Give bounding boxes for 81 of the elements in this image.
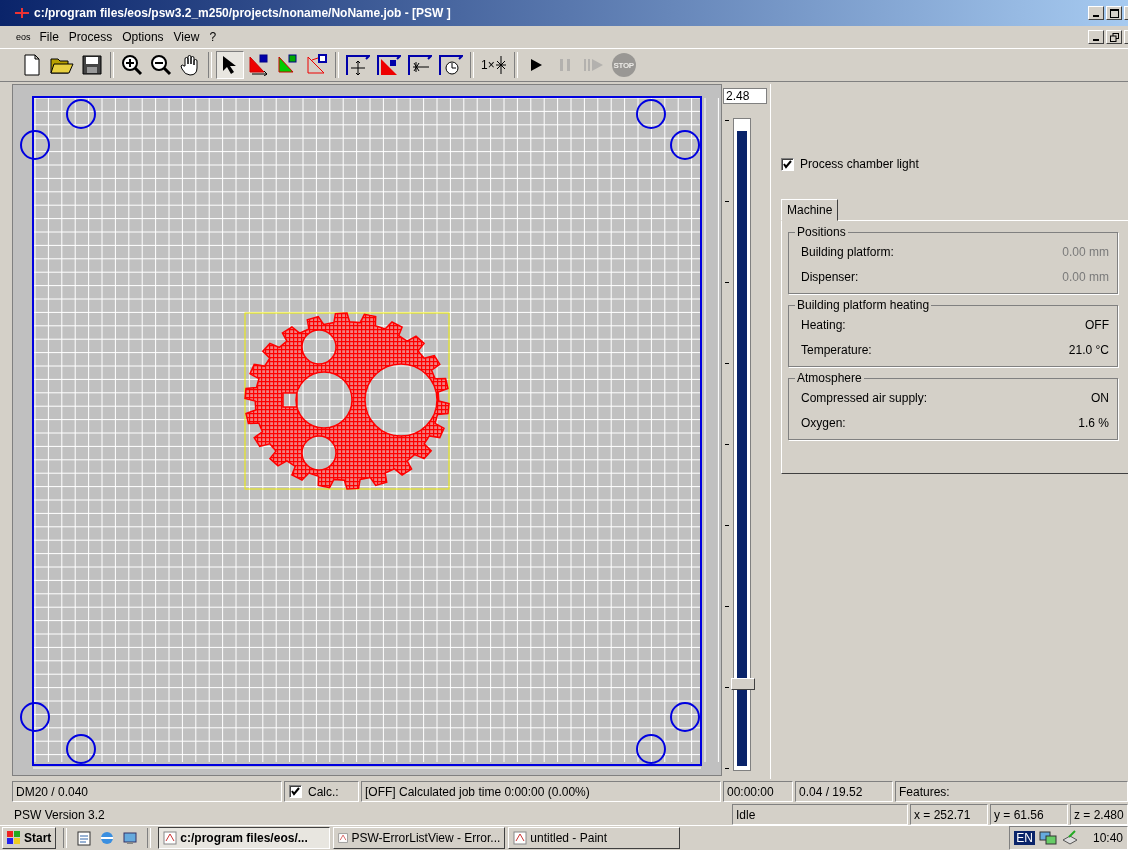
app-icon [338, 831, 349, 845]
field-value: ON [1091, 390, 1109, 405]
language-indicator[interactable]: EN [1014, 831, 1035, 845]
version-status: PSW Version 3.2 [13, 806, 106, 824]
notepad-icon[interactable] [76, 830, 93, 846]
height-status: 0.04 / 19.52 [795, 781, 893, 802]
window-title: c:/program files/eos/psw3.2_m250/projects/noname/NoName.job - [PSW ] [34, 6, 451, 20]
restore-button[interactable] [1106, 30, 1122, 44]
field-label: Compressed air supply: [801, 390, 928, 405]
field-label: Oxygen: [801, 415, 846, 430]
menu-item[interactable]: ? [204, 30, 222, 44]
asterisk-line-icon [408, 54, 432, 76]
asterisk-icon [494, 55, 507, 75]
menu-item[interactable]: Options [117, 30, 169, 44]
taskbar-button[interactable]: c:/program files/eos/... [158, 827, 331, 849]
desktop-icon[interactable] [122, 830, 139, 846]
zoom-out-icon [150, 54, 172, 76]
close-button[interactable] [1124, 6, 1128, 20]
field-value: OFF [1085, 317, 1109, 332]
field-value: 0.00 mm [1062, 269, 1109, 284]
x-coordinate: x = 252.71 [910, 804, 988, 825]
app-icon [14, 7, 30, 19]
folder-icon [50, 55, 74, 75]
menu-item[interactable]: Process [63, 30, 118, 44]
field-value: 0.00 mm [1062, 244, 1109, 259]
minimize-button[interactable] [1088, 30, 1104, 44]
maximize-button[interactable] [1106, 6, 1122, 20]
group-title: Atmosphere [796, 371, 863, 385]
state-status: Idle [732, 804, 908, 825]
eos-logo: eos [16, 32, 31, 42]
job-time-status: [OFF] Calculated job time 0:00:00 (0.00%) [361, 781, 721, 802]
pause-icon [557, 58, 572, 72]
blank-page-icon [22, 54, 42, 76]
group-title: Building platform heating [796, 298, 931, 312]
z-coordinate: z = 2.480 [1070, 804, 1128, 825]
field-label: Dispenser: [801, 269, 859, 284]
menu-item[interactable]: File [34, 30, 64, 44]
checkbox-label: Process chamber light [800, 157, 919, 171]
move-cross-icon [346, 54, 370, 76]
maximize-icon [1109, 8, 1119, 18]
single-button[interactable]: 1× [478, 51, 510, 79]
restore-icon [1109, 32, 1119, 42]
group-title: Positions [796, 225, 847, 239]
taskbar-button[interactable]: PSW-ErrorListView - Error... [333, 827, 506, 849]
triangle-square-icon [277, 54, 299, 76]
triangle-square-icon [377, 54, 401, 76]
app-icon [513, 831, 528, 845]
pointer-button[interactable] [216, 51, 244, 79]
app-icon [163, 831, 178, 845]
printer-icon[interactable] [1060, 830, 1079, 846]
start-button[interactable]: Start [2, 827, 57, 849]
features-status: Features: [895, 781, 1128, 802]
minimize-button[interactable] [1088, 6, 1104, 20]
windows-logo-icon [7, 831, 21, 845]
tab[interactable]: Machine [781, 199, 839, 221]
field-label: Building platform: [801, 244, 894, 259]
field-label: Heating: [801, 317, 846, 332]
slider-thumb[interactable] [731, 678, 755, 691]
close-button[interactable] [1124, 30, 1128, 44]
clock-icon [439, 54, 463, 76]
layer-height-field[interactable]: 2.48 [723, 88, 767, 104]
field-label: Temperature: [801, 342, 872, 357]
browser-icon[interactable] [99, 830, 116, 846]
field-value: 1.6 % [1078, 415, 1109, 430]
material-status: DM20 / 0.040 [12, 781, 282, 802]
play-icon [528, 58, 543, 72]
triangle-arrow-icon [248, 54, 270, 76]
zoom-in-icon [121, 54, 143, 76]
hand-icon [180, 54, 200, 76]
step-forward-icon [582, 58, 605, 72]
menu-item[interactable]: View [168, 30, 205, 44]
checkbox[interactable] [781, 157, 794, 171]
calc-label: Calc.: [308, 784, 339, 799]
field-value: 21.0 °C [1068, 342, 1109, 357]
taskbar-button[interactable]: untitled - Paint [508, 827, 681, 849]
clock: 10:40 [1092, 831, 1123, 845]
network-icon[interactable] [1038, 830, 1057, 846]
triangle-outline-icon [306, 54, 328, 76]
time-status: 00:00:00 [723, 781, 793, 802]
y-coordinate: y = 61.56 [990, 804, 1068, 825]
calc-checkbox[interactable] [289, 785, 302, 798]
